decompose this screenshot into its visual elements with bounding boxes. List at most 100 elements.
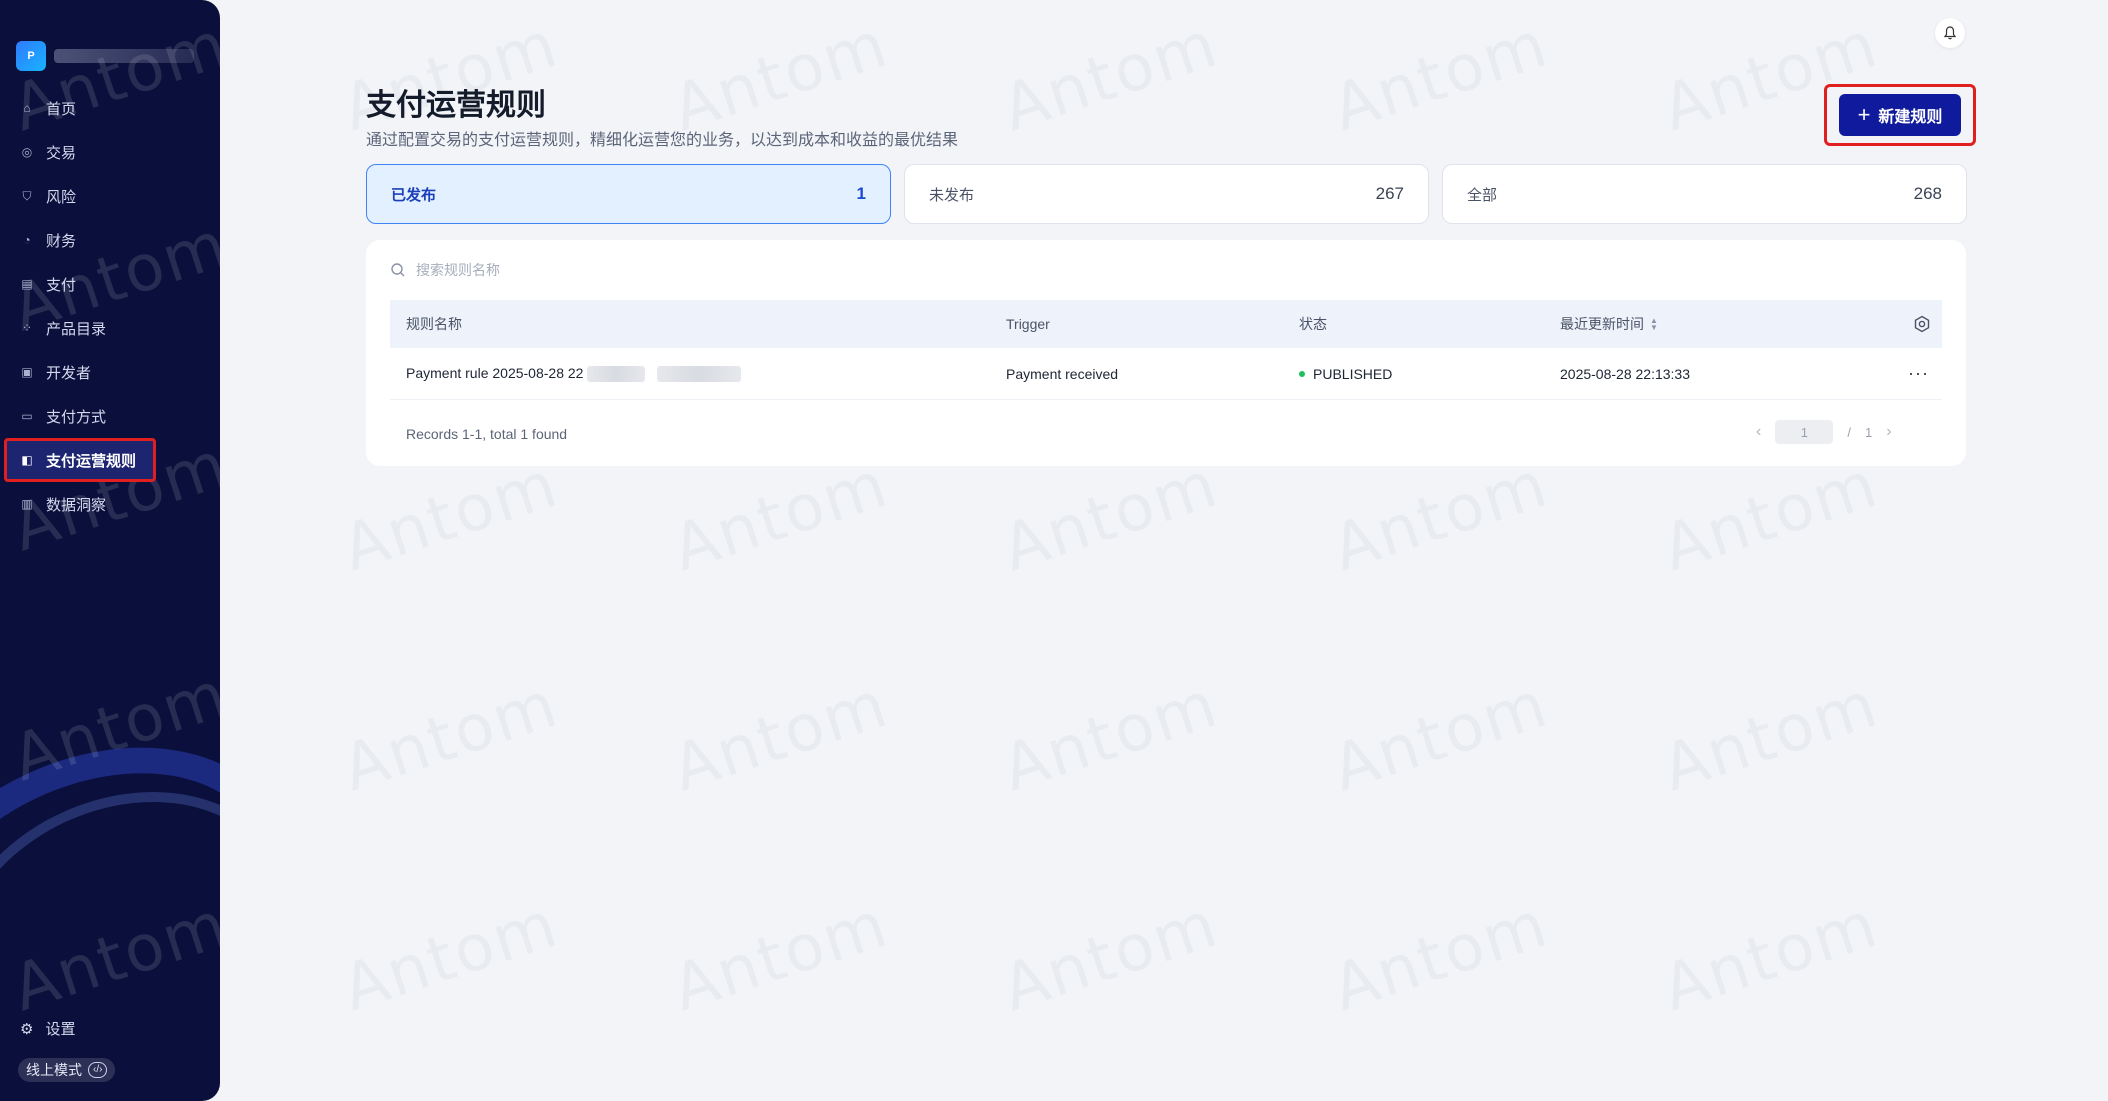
sidebar-item-label: 数据洞察 bbox=[46, 496, 107, 514]
status-cell: PUBLISHED bbox=[1299, 366, 1392, 382]
watermark: Antom bbox=[994, 668, 1227, 807]
account-logo: P bbox=[16, 41, 46, 71]
account-switcher[interactable]: P bbox=[16, 41, 196, 71]
chevron-left-icon[interactable]: ‹ bbox=[1756, 423, 1761, 441]
bell-icon bbox=[1943, 26, 1957, 40]
redacted-text bbox=[587, 366, 646, 383]
sidebar-item-label: 产品目录 bbox=[46, 320, 107, 338]
sort-icon: ▲ ▼ bbox=[1650, 316, 1658, 332]
payment-method-icon: ▭ bbox=[21, 409, 33, 423]
sidebar-item-catalog[interactable]: ⁘ 产品目录 bbox=[0, 306, 220, 350]
total-pages: 1 bbox=[1864, 424, 1873, 440]
watermark: Antom bbox=[664, 448, 897, 587]
sidebar-item-developers[interactable]: ▣ 开发者 bbox=[0, 350, 220, 394]
column-header-rule-name: 规则名称 bbox=[406, 316, 462, 332]
tab-published[interactable]: 已发布 1 bbox=[366, 164, 891, 224]
sidebar-item-label: 支付运营规则 bbox=[46, 452, 137, 470]
sidebar-item-payment-rules[interactable]: ◧ 支付运营规则 bbox=[4, 438, 156, 482]
payment-rule-icon: ◧ bbox=[21, 453, 33, 467]
sidebar-item-risk[interactable]: ⛉ 风险 bbox=[0, 174, 220, 218]
column-header-status: 状态 bbox=[1299, 316, 1327, 332]
data-insight-icon: ▥ bbox=[21, 497, 33, 511]
page-separator: / bbox=[1847, 424, 1851, 440]
watermark: Antom bbox=[1324, 448, 1557, 587]
watermark: Antom bbox=[1324, 888, 1557, 1027]
status-dot-icon bbox=[1299, 370, 1305, 377]
watermark: Antom bbox=[1324, 668, 1557, 807]
chevron-right-icon[interactable]: › bbox=[1886, 423, 1891, 441]
sidebar-item-data-insights[interactable]: ▥ 数据洞察 bbox=[0, 482, 220, 526]
watermark: Antom bbox=[334, 668, 567, 807]
sidebar-item-label: 支付方式 bbox=[46, 408, 107, 426]
watermark: Antom bbox=[1654, 448, 1887, 587]
sidebar-item-label: 交易 bbox=[46, 144, 77, 162]
new-rule-highlight: + 新建规则 bbox=[1824, 84, 1976, 146]
column-settings-button[interactable] bbox=[1902, 300, 1942, 348]
more-actions-icon[interactable]: ··· bbox=[1908, 363, 1929, 384]
new-rule-label: 新建规则 bbox=[1878, 109, 1943, 126]
column-header-trigger: Trigger bbox=[1006, 316, 1050, 332]
catalog-icon: ⁘ bbox=[21, 321, 33, 335]
tab-unpublished[interactable]: 未发布 267 bbox=[904, 164, 1429, 224]
table-row[interactable]: Payment rule 2025-08-28 22 Payment recei… bbox=[390, 348, 1942, 400]
transaction-icon: ◎ bbox=[21, 145, 33, 159]
records-summary: Records 1-1, total 1 found bbox=[406, 426, 568, 442]
tab-count: 268 bbox=[1913, 184, 1942, 203]
new-rule-button[interactable]: + 新建规则 bbox=[1839, 94, 1961, 136]
sidebar-item-label: 财务 bbox=[46, 232, 77, 250]
page-input[interactable]: 1 bbox=[1775, 420, 1834, 444]
mode-label: 线上模式 bbox=[26, 1062, 82, 1078]
watermark: Antom bbox=[334, 448, 567, 587]
column-header-updated[interactable]: 最近更新时间 ▲ ▼ bbox=[1560, 314, 1658, 334]
sidebar-item-settings[interactable]: ⚙ 设置 bbox=[20, 1018, 75, 1039]
payment-icon: ▤ bbox=[21, 277, 33, 291]
gear-icon bbox=[1914, 315, 1930, 333]
watermark: Antom bbox=[1654, 888, 1887, 1027]
home-icon: ⌂ bbox=[23, 101, 31, 115]
tab-label: 未发布 bbox=[929, 186, 975, 204]
tab-count: 267 bbox=[1375, 184, 1404, 203]
tab-label: 全部 bbox=[1467, 186, 1498, 204]
watermark: Antom bbox=[1324, 8, 1557, 147]
pagination: ‹ 1 / 1 › bbox=[1756, 420, 1892, 444]
shield-icon: ⛉ bbox=[22, 188, 32, 203]
settings-label: 设置 bbox=[45, 1021, 76, 1038]
watermark: Antom bbox=[1654, 668, 1887, 807]
tab-all[interactable]: 全部 268 bbox=[1442, 164, 1967, 224]
trigger-cell: Payment received bbox=[1006, 365, 1119, 382]
rules-table-card: 规则名称 Trigger 状态 最近更新时间 ▲▼ Payment rule 2… bbox=[366, 240, 1966, 466]
developer-icon: ▣ bbox=[21, 365, 33, 379]
watermark: Antom bbox=[994, 448, 1227, 587]
table-header: 规则名称 Trigger 状态 最近更新时间 ▲ ▼ bbox=[390, 300, 1942, 348]
updated-time-cell: 2025-08-28 22:13:33 bbox=[1560, 365, 1690, 382]
sidebar-item-payments[interactable]: ▤ 支付 bbox=[0, 262, 220, 306]
sidebar-item-label: 支付 bbox=[46, 276, 77, 294]
notification-bell-button[interactable] bbox=[1935, 18, 1965, 48]
tab-label: 已发布 bbox=[391, 186, 437, 204]
rule-name-cell[interactable]: Payment rule 2025-08-28 22 bbox=[406, 365, 742, 383]
sidebar: Antom Antom Antom Antom Antom P ⌂ 首页 ◎ 交… bbox=[0, 0, 220, 1101]
watermark: Antom bbox=[664, 668, 897, 807]
account-name-redacted bbox=[54, 49, 194, 63]
search-bar bbox=[390, 260, 890, 280]
search-input[interactable] bbox=[416, 262, 876, 278]
sidebar-item-finance[interactable]: ◔ 财务 bbox=[0, 218, 220, 262]
status-badge: PUBLISHED bbox=[1313, 365, 1393, 382]
finance-icon: ◔ bbox=[23, 233, 31, 247]
sidebar-item-label: 开发者 bbox=[46, 364, 92, 382]
redacted-tag bbox=[657, 366, 742, 383]
live-mode-toggle[interactable]: 线上模式 ‹/› bbox=[18, 1058, 116, 1082]
page-description: 通过配置交易的支付运营规则，精细化运营您的业务，以达到成本和收益的最优结果 bbox=[366, 132, 959, 149]
tab-count: 1 bbox=[856, 184, 866, 203]
plus-icon: + bbox=[1857, 102, 1871, 127]
watermark: Antom bbox=[994, 888, 1227, 1027]
page-title: 支付运营规则 bbox=[366, 89, 546, 122]
sidebar-item-label: 首页 bbox=[46, 100, 77, 118]
watermark: Antom bbox=[994, 8, 1227, 147]
sidebar-item-label: 风险 bbox=[46, 188, 77, 206]
sidebar-item-payment-methods[interactable]: ▭ 支付方式 bbox=[0, 394, 220, 438]
sidebar-item-home[interactable]: ⌂ 首页 bbox=[0, 86, 220, 130]
column-header-updated-label: 最近更新时间 bbox=[1560, 316, 1644, 332]
gear-icon: ⚙ bbox=[20, 1020, 34, 1038]
sidebar-item-transactions[interactable]: ◎ 交易 bbox=[0, 130, 220, 174]
